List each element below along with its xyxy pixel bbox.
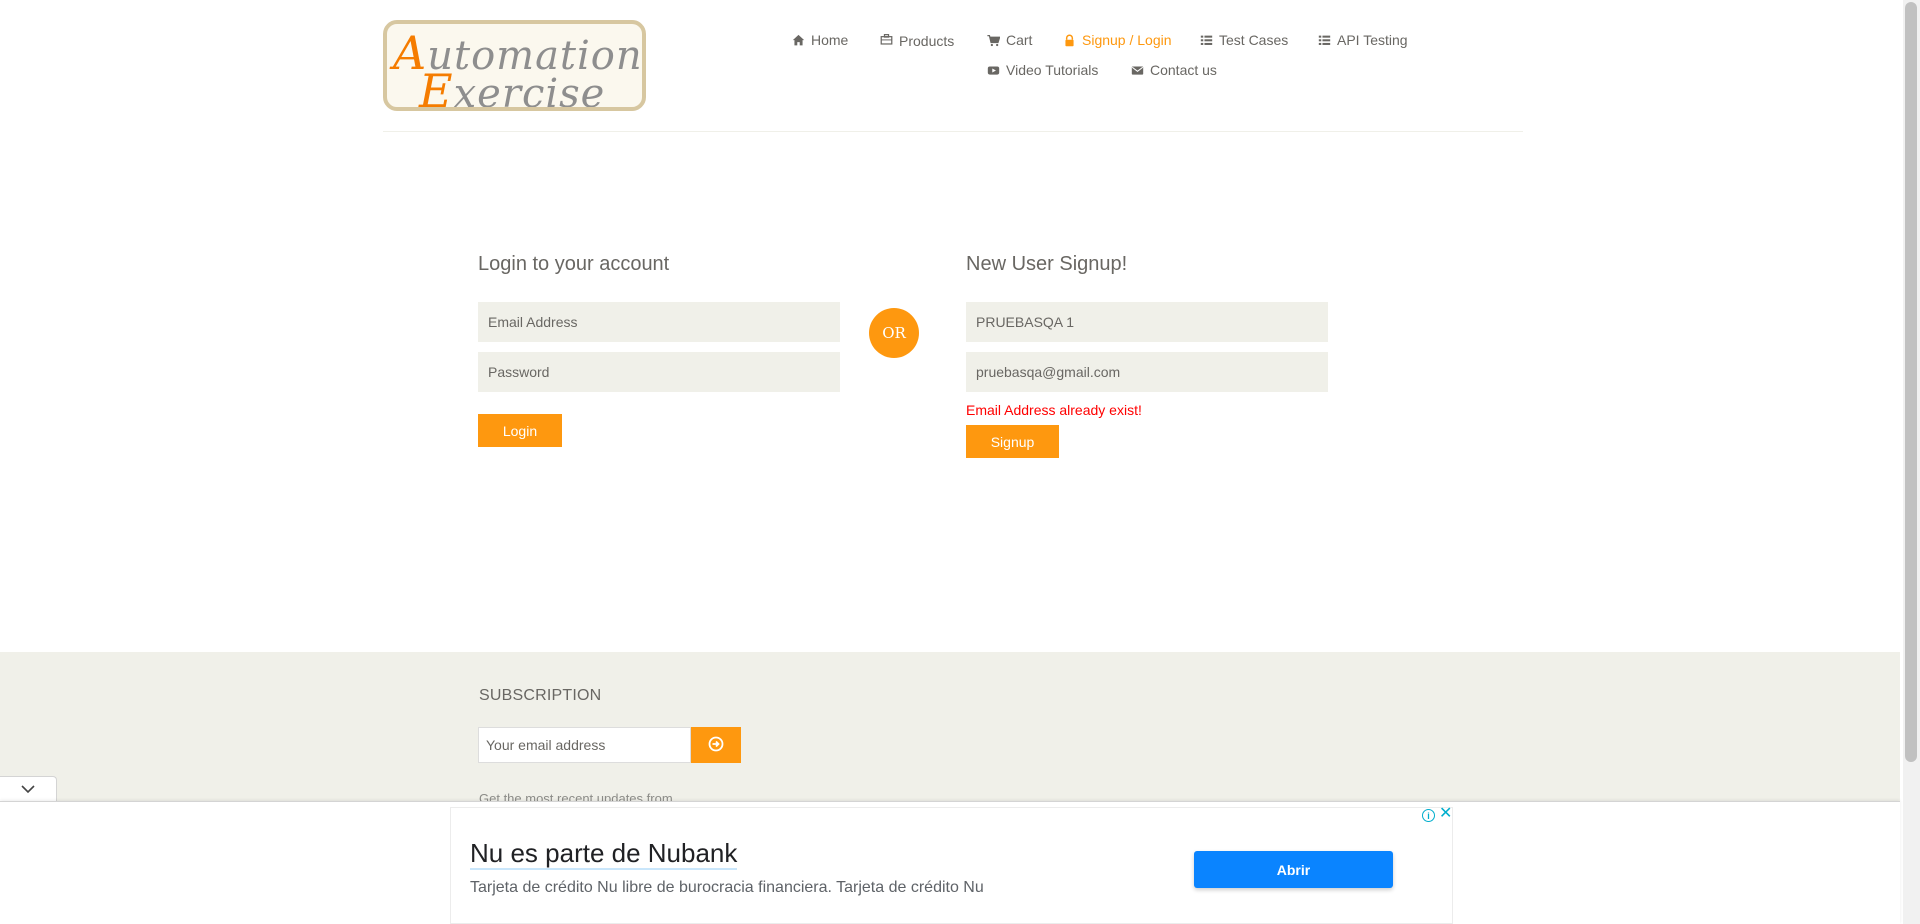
or-separator: OR xyxy=(869,308,919,358)
nav-home[interactable]: Home xyxy=(791,32,848,48)
login-form: Login to your account Login xyxy=(478,250,840,447)
home-icon xyxy=(791,33,805,47)
list-icon xyxy=(1199,33,1213,47)
nav-signup-login-label: Signup / Login xyxy=(1082,32,1172,48)
login-button[interactable]: Login xyxy=(478,414,562,447)
envelope-icon xyxy=(1130,63,1144,77)
nav-products[interactable]: Products xyxy=(879,31,955,49)
ad-collapse-toggle[interactable] xyxy=(0,776,57,802)
ad-close-icon[interactable]: ✕ xyxy=(1439,806,1453,822)
signup-error-message: Email Address already exist! xyxy=(966,402,1142,418)
subscription-email-input[interactable] xyxy=(478,727,691,763)
youtube-icon xyxy=(986,63,1000,77)
nav-signup-login[interactable]: Signup / Login xyxy=(1062,32,1172,48)
scrollbar-thumb[interactable] xyxy=(1905,2,1917,762)
ad-description: Tarjeta de crédito Nu libre de burocraci… xyxy=(470,879,984,896)
signup-name-input[interactable] xyxy=(966,302,1328,342)
ad-info-icon[interactable]: i xyxy=(1422,809,1435,822)
nav-api-testing-label: API Testing xyxy=(1337,32,1408,48)
signup-button[interactable]: Signup xyxy=(966,425,1059,458)
nav-contact-us-label: Contact us xyxy=(1150,62,1217,78)
site-header: Automation Exercise Home Products Cart S… xyxy=(0,0,1900,135)
ad-headline[interactable]: Nu es parte de Nubank xyxy=(470,838,738,870)
nav-cart[interactable]: Cart xyxy=(986,32,1032,48)
header-divider xyxy=(383,131,1523,132)
cart-icon xyxy=(986,33,1000,47)
login-email-input[interactable] xyxy=(478,302,840,342)
logo-capital-e: E xyxy=(419,64,454,111)
nav-contact-us[interactable]: Contact us xyxy=(1130,62,1217,78)
page-scrollbar[interactable] xyxy=(1903,0,1920,924)
nav-products-label: Products xyxy=(899,33,955,49)
login-title: Login to your account xyxy=(478,253,670,275)
site-logo[interactable]: Automation Exercise xyxy=(383,20,646,111)
nav-test-cases-label: Test Cases xyxy=(1219,32,1289,48)
nav-home-label: Home xyxy=(811,32,849,48)
nav-video-tutorials[interactable]: Video Tutorials xyxy=(986,62,1098,78)
ad-open-button[interactable]: Abrir xyxy=(1194,851,1393,888)
signup-form: New User Signup! Email Address already e… xyxy=(966,250,1328,458)
chevron-down-icon xyxy=(20,781,36,799)
list-icon xyxy=(1317,33,1331,47)
lock-icon xyxy=(1062,33,1076,47)
nav-test-cases[interactable]: Test Cases xyxy=(1199,32,1288,48)
briefcase-icon xyxy=(879,32,893,46)
signup-email-input[interactable] xyxy=(966,352,1328,392)
nav-video-tutorials-label: Video Tutorials xyxy=(1006,62,1099,78)
subscribe-button[interactable] xyxy=(691,727,741,763)
nav-api-testing[interactable]: API Testing xyxy=(1317,32,1408,48)
arrow-circle-right-icon xyxy=(708,736,724,755)
nav-cart-label: Cart xyxy=(1006,32,1033,48)
subscription-title: SUBSCRIPTION xyxy=(479,687,602,704)
signup-title: New User Signup! xyxy=(966,253,1128,275)
login-password-input[interactable] xyxy=(478,352,840,392)
logo-line2-rest: xercise xyxy=(453,71,606,111)
